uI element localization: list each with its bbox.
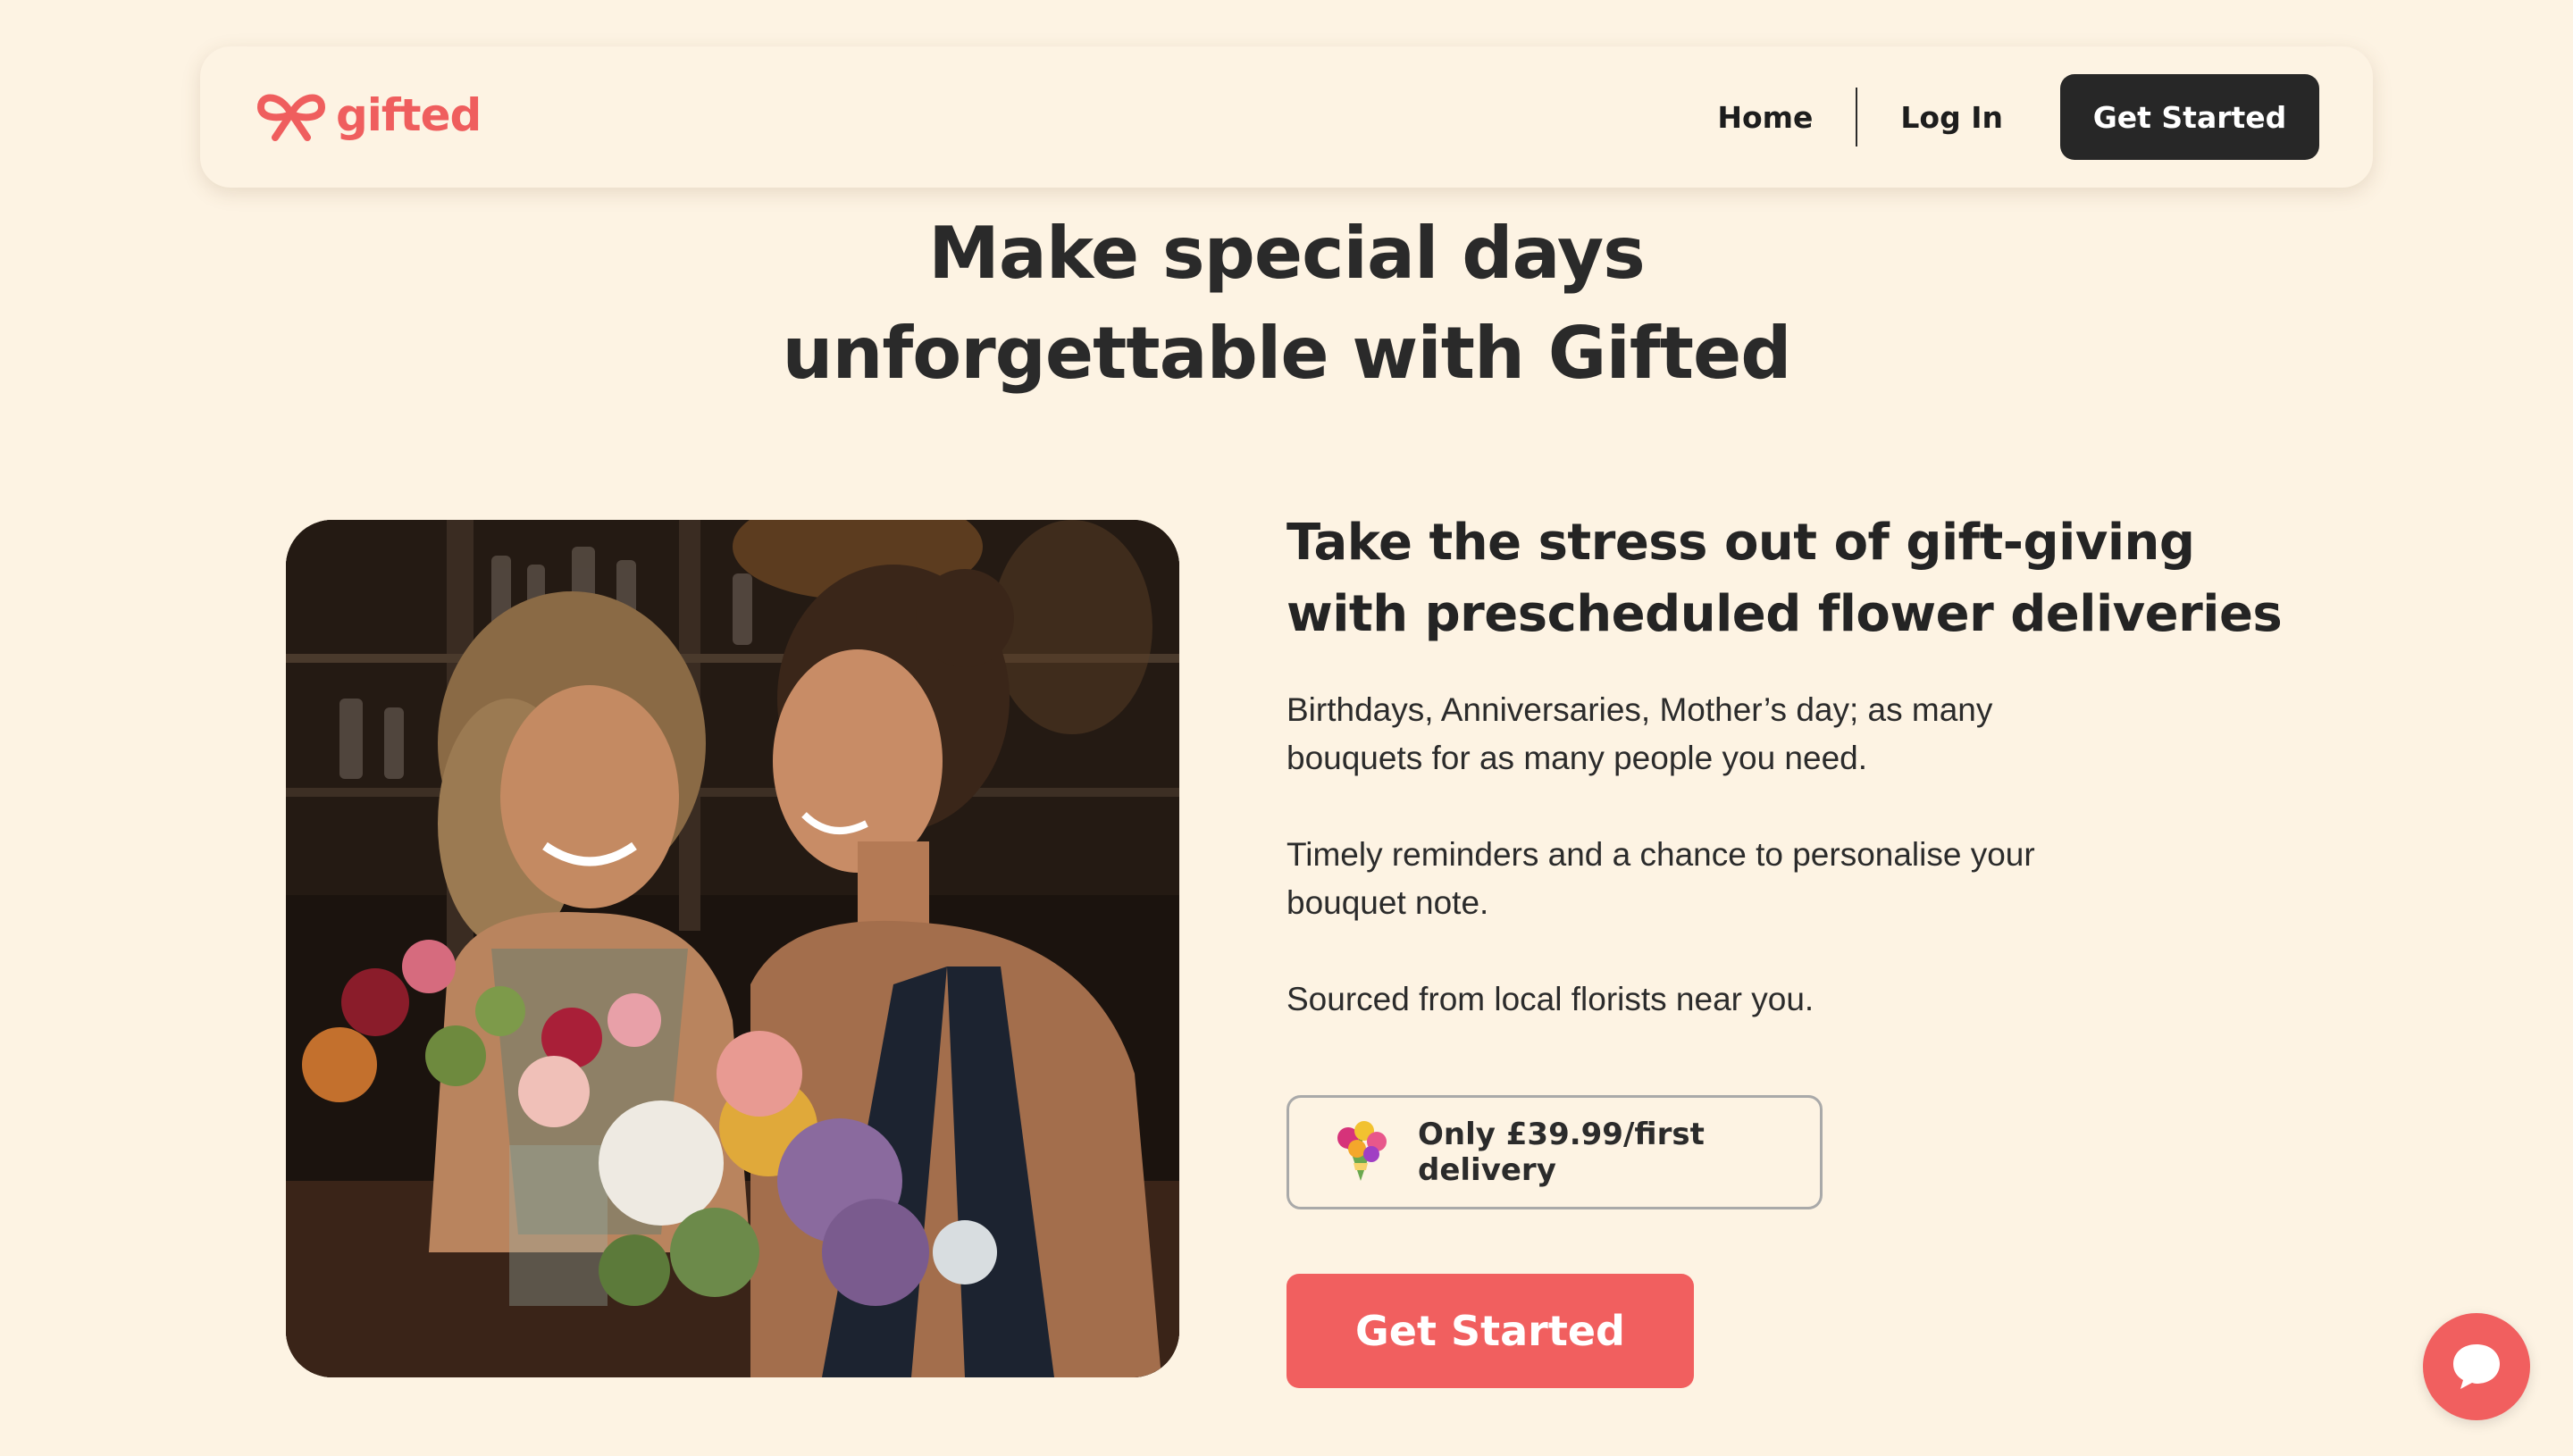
feature-paragraph-sourcing: Sourced from local florists near you. xyxy=(1286,981,1815,1017)
hero-title: Make special days unforgettable with Gif… xyxy=(0,204,2573,404)
subhead-line1: Take the stress out of gift-giving xyxy=(1286,514,2195,572)
price-badge: Only £39.99/first delivery xyxy=(1286,1095,1823,1209)
feature-paragraph-occasions: Birthdays, Anniversaries, Mother’s day; … xyxy=(1286,686,2180,782)
para2-line1: Timely reminders and a chance to persona… xyxy=(1286,836,2035,873)
logo[interactable]: gifted xyxy=(256,88,482,147)
bouquet-icon xyxy=(1325,1115,1396,1191)
chat-widget-button[interactable] xyxy=(2423,1313,2530,1420)
get-started-button[interactable]: Get Started xyxy=(1286,1274,1694,1388)
bow-icon xyxy=(256,88,327,147)
section-subheading: Take the stress out of gift-giving with … xyxy=(1286,507,2323,650)
price-text: Only £39.99/first delivery xyxy=(1418,1117,1705,1188)
logo-text: gifted xyxy=(336,89,482,141)
hero-title-line2: unforgettable with Gifted xyxy=(782,312,1792,395)
para1-line2: bouquets for as many people you need. xyxy=(1286,740,1868,776)
hero-title-line1: Make special days xyxy=(928,212,1646,295)
nav-login-link[interactable]: Log In xyxy=(1900,100,2003,135)
landing-page: gifted Home Log In Get Started Make spec… xyxy=(0,0,2573,1456)
nav-get-started-button[interactable]: Get Started xyxy=(2060,74,2319,160)
chat-bubble-icon xyxy=(2448,1337,2505,1397)
para2-line2: bouquet note. xyxy=(1286,884,1489,921)
nav-divider xyxy=(1856,88,1858,146)
subhead-line2: with prescheduled flower deliveries xyxy=(1286,585,2283,643)
para1-line1: Birthdays, Anniversaries, Mother’s day; … xyxy=(1286,691,1993,728)
feature-paragraph-reminders: Timely reminders and a chance to persona… xyxy=(1286,831,2180,927)
hero-photo xyxy=(286,520,1179,1377)
navbar: gifted Home Log In Get Started xyxy=(200,46,2373,188)
nav-home-link[interactable]: Home xyxy=(1717,100,1813,135)
nav-links: Home Log In Get Started xyxy=(1717,74,2319,160)
